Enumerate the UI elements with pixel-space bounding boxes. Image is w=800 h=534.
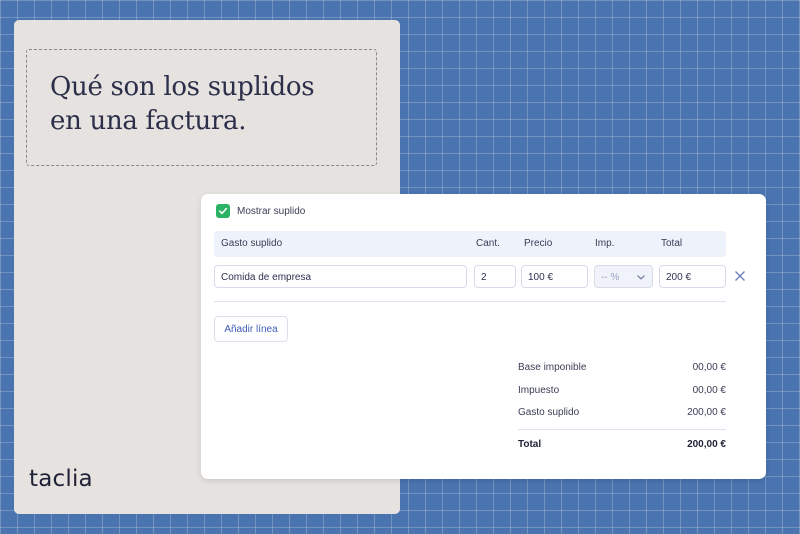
chevron-down-icon bbox=[637, 275, 645, 280]
row-divider bbox=[214, 301, 726, 302]
header-expense: Gasto suplido bbox=[221, 238, 283, 249]
tax-select-value: -- % bbox=[601, 272, 620, 283]
title-line-2: en una factura. bbox=[50, 106, 247, 136]
table-header: Gasto suplido Cant. Precio Imp. Total bbox=[214, 231, 726, 257]
show-expense-toggle[interactable]: Mostrar suplido bbox=[216, 204, 305, 218]
total-label: Total bbox=[518, 439, 542, 450]
total-value: 200,00 € bbox=[687, 439, 726, 450]
brand-logo: taclia bbox=[29, 466, 93, 492]
header-tax: Imp. bbox=[595, 238, 615, 249]
add-line-button[interactable]: Añadir línea bbox=[214, 316, 288, 342]
invoice-expense-card: Mostrar suplido Gasto suplido Cant. Prec… bbox=[201, 194, 766, 479]
base-value: 00,00 € bbox=[692, 362, 726, 373]
line-total-field[interactable]: 200 € bbox=[659, 265, 726, 288]
header-price: Precio bbox=[524, 238, 553, 249]
header-total: Total bbox=[661, 238, 683, 249]
quantity-input[interactable]: 2 bbox=[474, 265, 516, 288]
header-qty: Cant. bbox=[476, 238, 500, 249]
page-title: Qué son los suplidos en una factura. bbox=[50, 70, 376, 138]
price-input[interactable]: 100 € bbox=[521, 265, 588, 288]
tax-value: 00,00 € bbox=[692, 385, 726, 396]
base-label: Base imponible bbox=[518, 362, 587, 373]
tax-select[interactable]: -- % bbox=[594, 265, 653, 288]
summary-divider bbox=[518, 429, 726, 430]
title-frame: Qué son los suplidos en una factura. bbox=[26, 49, 377, 166]
checkmark-icon bbox=[219, 207, 228, 215]
expense-sum-label: Gasto suplido bbox=[518, 407, 580, 418]
tax-label: Impuesto bbox=[518, 385, 560, 396]
close-icon[interactable] bbox=[734, 270, 746, 282]
expense-sum-value: 200,00 € bbox=[687, 407, 726, 418]
show-expense-checkbox[interactable] bbox=[216, 204, 230, 218]
title-line-1: Qué son los suplidos bbox=[50, 72, 315, 102]
show-expense-label: Mostrar suplido bbox=[237, 205, 306, 217]
expense-name-input[interactable]: Comida de empresa bbox=[214, 265, 467, 288]
